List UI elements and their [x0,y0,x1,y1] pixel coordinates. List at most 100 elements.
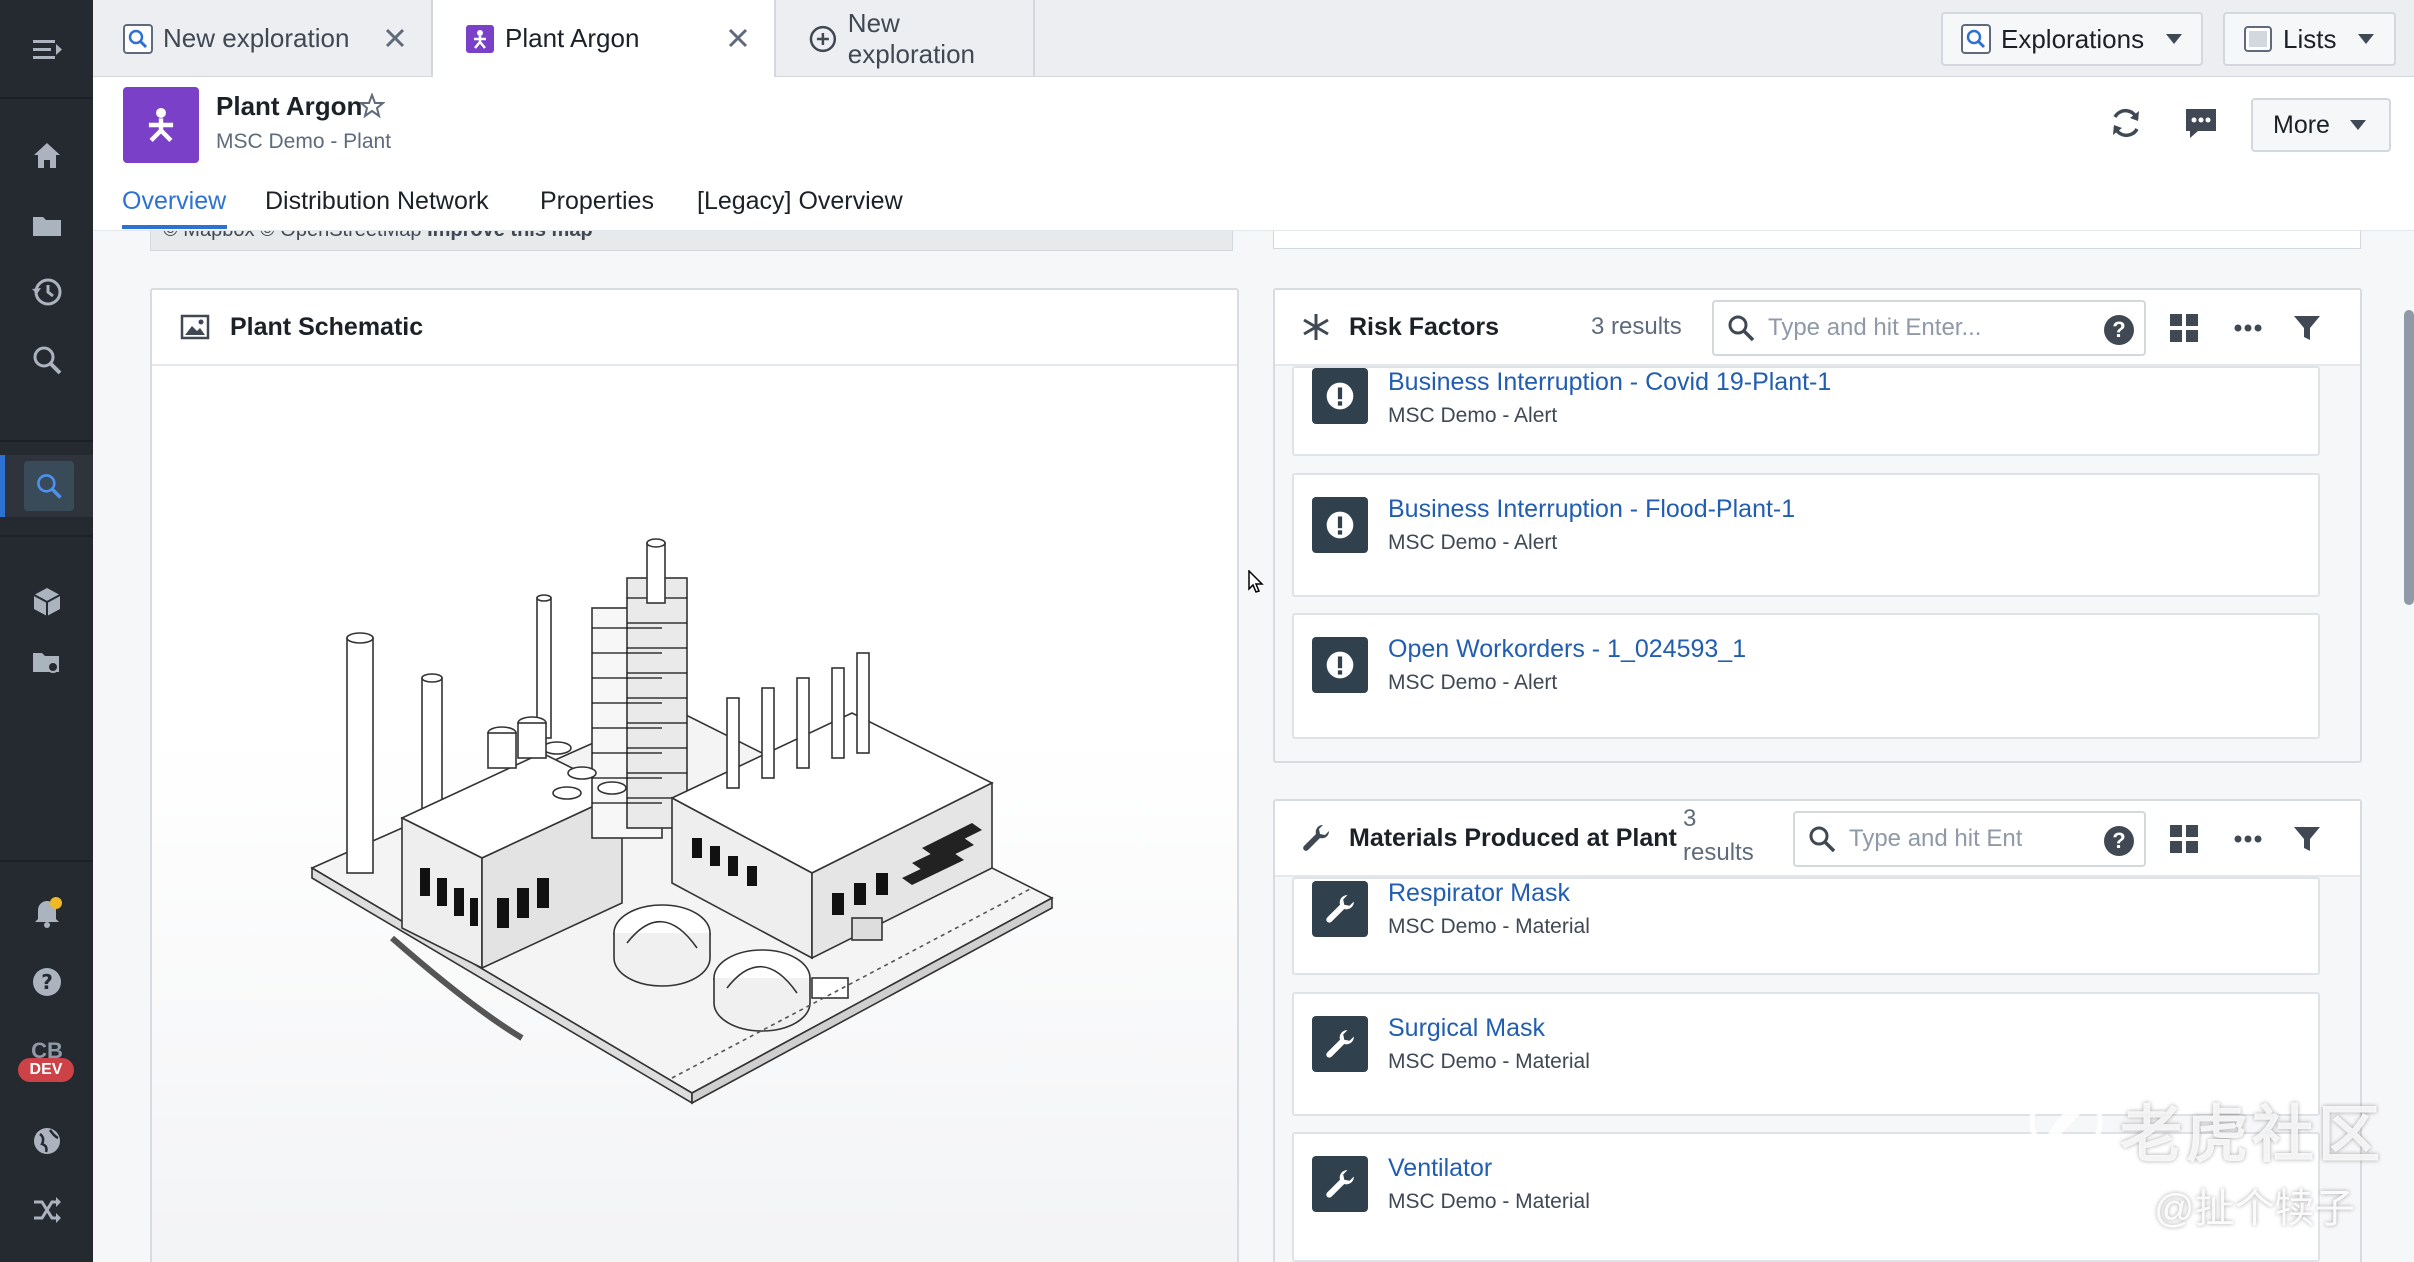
card-header: Materials Produced at Plant 3 results Ty… [1275,801,2360,877]
close-icon[interactable] [381,24,409,52]
result-count-number: 3 [1683,805,1697,832]
tab-properties[interactable]: Properties [540,187,654,216]
object-cube-icon[interactable] [0,572,93,632]
wrench-icon [1312,881,1368,937]
globe-icon[interactable] [0,1111,93,1171]
explorations-label: Explorations [2001,23,2145,54]
close-icon[interactable] [724,24,752,52]
card-title: Plant Schematic [230,312,424,341]
tab-plant-argon[interactable]: Plant Argon [433,0,776,77]
item-subtitle: MSC Demo - Material [1388,915,1590,938]
refresh-icon[interactable] [2106,103,2146,143]
item-subtitle: MSC Demo - Material [1388,1050,1590,1073]
list-item[interactable]: Business Interruption - Covid 19-Plant-1… [1292,366,2320,456]
grid-view-icon[interactable] [2169,824,2199,854]
explorer-app-icon[interactable] [0,455,93,517]
item-title[interactable]: Ventilator [1388,1154,1492,1183]
filter-icon[interactable] [2292,313,2322,343]
wrench-icon [1312,1156,1368,1212]
more-dropdown-button[interactable]: More [2251,98,2391,152]
item-title[interactable]: Open Workorders - 1_024593_1 [1388,635,1746,664]
plant-schematic-card: Plant Schematic [150,288,1239,1262]
filter-icon[interactable] [2292,824,2322,854]
wrench-icon [1303,824,1330,851]
grid-view-icon[interactable] [2169,313,2199,343]
lists-label: Lists [2283,23,2337,54]
tab-label: Plant Argon [505,23,640,53]
folder-icon[interactable] [0,195,93,255]
search-icon[interactable] [0,330,93,390]
plant-object-avatar [123,87,199,163]
page-scrollbar[interactable] [2404,310,2414,605]
improve-map-link[interactable]: Improve this map [427,231,593,241]
community-logo-icon [2029,1085,2103,1159]
explorations-dropdown[interactable]: Explorations [1941,12,2203,66]
risk-search-input[interactable]: Type and hit Enter... ? [1712,300,2146,356]
risk-factors-card: Risk Factors 3 results Type and hit Ente… [1273,288,2362,763]
tab-overview[interactable]: Overview [122,187,226,216]
watermark-handle: @扯个犊子 [2154,1187,2355,1231]
factory-illustration [310,538,1054,1105]
search-icon [123,23,153,54]
wrench-icon [1312,1016,1368,1072]
favorite-star-icon[interactable] [359,93,385,119]
search-icon [1728,315,1755,342]
menu-toggle-icon[interactable] [0,20,93,80]
tab-bar: New exploration Plant Argon New explorat… [93,0,2414,77]
materials-search-input[interactable]: Type and hit Ent ? [1793,811,2146,867]
home-icon[interactable] [0,125,93,185]
list-item[interactable]: Respirator Mask MSC Demo - Material [1292,877,2320,975]
item-subtitle: MSC Demo - Alert [1388,671,1558,694]
item-subtitle: MSC Demo - Material [1388,1190,1590,1213]
card-title: Risk Factors [1349,312,1500,341]
tab-new-exploration-2[interactable]: New exploration [776,0,1035,77]
list-item[interactable]: Open Workorders - 1_024593_1 MSC Demo - … [1292,613,2320,739]
object-type-subtitle: MSC Demo - Plant [216,130,392,153]
comment-icon[interactable] [2181,103,2221,143]
left-sidebar: ? CB DEV [0,0,93,1262]
lists-dropdown[interactable]: Lists [2223,12,2396,66]
search-icon [1809,826,1836,853]
more-options-icon[interactable] [2233,824,2263,854]
card-bottom-edge [1273,231,2361,249]
folder-search-icon[interactable] [0,632,93,692]
help-icon[interactable]: ? [0,952,93,1012]
card-title: Materials Produced at Plant [1349,823,1677,852]
plus-circle-icon [809,25,837,52]
watermark-title: 老虎社区 [2120,1101,2385,1170]
help-icon[interactable]: ? [2104,315,2134,345]
user-account-badge[interactable]: CB DEV [18,1038,74,1084]
svg-text:?: ? [41,970,53,994]
alert-icon [1312,637,1368,693]
image-icon [180,314,210,340]
list-icon [2244,26,2272,52]
search-placeholder: Type and hit Enter... [1768,314,1982,341]
result-count: 3 results [1591,313,1682,340]
map-attribution: © Mapbox © OpenStreetMap Improve this ma… [163,231,593,242]
item-title[interactable]: Respirator Mask [1388,879,1570,908]
item-title[interactable]: Surgical Mask [1388,1014,1545,1043]
plant-person-icon [148,107,174,142]
object-header: Plant Argon MSC Demo - Plant More Overvi… [93,77,2414,231]
map-widget-bottom[interactable]: © Mapbox © OpenStreetMap Improve this ma… [150,231,1233,251]
item-subtitle: MSC Demo - Alert [1388,404,1558,427]
history-icon[interactable] [0,262,93,322]
shuffle-icon[interactable] [0,1180,93,1240]
alert-icon [1312,368,1368,424]
tab-distribution-network[interactable]: Distribution Network [265,187,489,216]
tab-legacy-overview[interactable]: [Legacy] Overview [697,187,903,216]
item-title[interactable]: Business Interruption - Covid 19-Plant-1 [1388,368,1831,397]
help-icon[interactable]: ? [2104,826,2134,856]
plant-object-icon [466,24,494,53]
notifications-bell-icon[interactable] [0,882,93,942]
tab-label: New exploration [163,23,350,53]
more-options-icon[interactable] [2233,313,2263,343]
card-header: Risk Factors 3 results Type and hit Ente… [1275,290,2360,366]
card-header: Plant Schematic [152,290,1237,366]
plant-schematic-image [152,368,1237,1262]
item-title[interactable]: Business Interruption - Flood-Plant-1 [1388,495,1795,524]
tab-new-exploration-1[interactable]: New exploration [93,0,433,77]
tab-label: New exploration [847,7,975,69]
list-item[interactable]: Business Interruption - Flood-Plant-1 MS… [1292,473,2320,597]
alert-icon [1312,497,1368,553]
